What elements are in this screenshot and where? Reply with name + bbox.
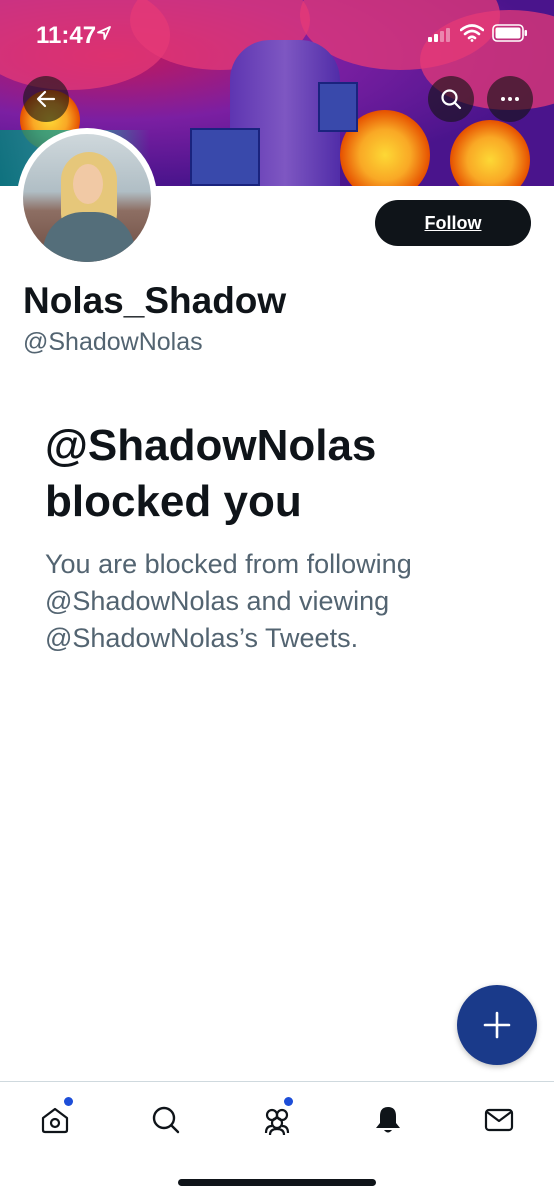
arrow-left-icon bbox=[36, 90, 56, 108]
home-notification-dot bbox=[64, 1097, 73, 1106]
nav-home[interactable] bbox=[35, 1097, 75, 1140]
avatar[interactable] bbox=[17, 128, 157, 268]
battery-icon bbox=[492, 24, 527, 42]
user-handle: @ShadowNolas bbox=[23, 328, 203, 356]
status-time: 11:47 bbox=[36, 22, 97, 49]
search-icon bbox=[441, 89, 462, 110]
more-dots-icon bbox=[501, 97, 519, 101]
more-button[interactable] bbox=[487, 76, 533, 122]
search-icon bbox=[152, 1106, 180, 1134]
back-button[interactable] bbox=[23, 76, 69, 122]
nav-notifications[interactable] bbox=[368, 1100, 408, 1140]
follow-button[interactable]: Follow bbox=[375, 200, 531, 246]
mail-icon bbox=[484, 1108, 514, 1132]
status-bar: 11:47 bbox=[0, 0, 554, 68]
bell-icon bbox=[376, 1107, 400, 1133]
blocked-description: You are blocked from following @ShadowNo… bbox=[45, 549, 412, 653]
nav-communities[interactable] bbox=[257, 1097, 297, 1140]
cellular-signal-icon bbox=[428, 28, 450, 42]
nav-messages[interactable] bbox=[479, 1100, 519, 1140]
search-button[interactable] bbox=[428, 76, 474, 122]
communities-icon bbox=[264, 1108, 290, 1136]
home-indicator bbox=[178, 1179, 376, 1186]
avatar-image bbox=[23, 134, 151, 262]
nav-search[interactable] bbox=[146, 1100, 186, 1140]
display-name: Nolas_Shadow bbox=[23, 280, 287, 321]
wifi-icon bbox=[460, 24, 484, 42]
location-arrow-icon bbox=[97, 26, 111, 40]
blocked-title: @ShadowNolas blocked you bbox=[45, 421, 377, 526]
communities-notification-dot bbox=[284, 1097, 293, 1106]
compose-tweet-button[interactable] bbox=[457, 985, 537, 1065]
home-icon bbox=[41, 1107, 69, 1134]
plus-icon bbox=[483, 1011, 511, 1039]
